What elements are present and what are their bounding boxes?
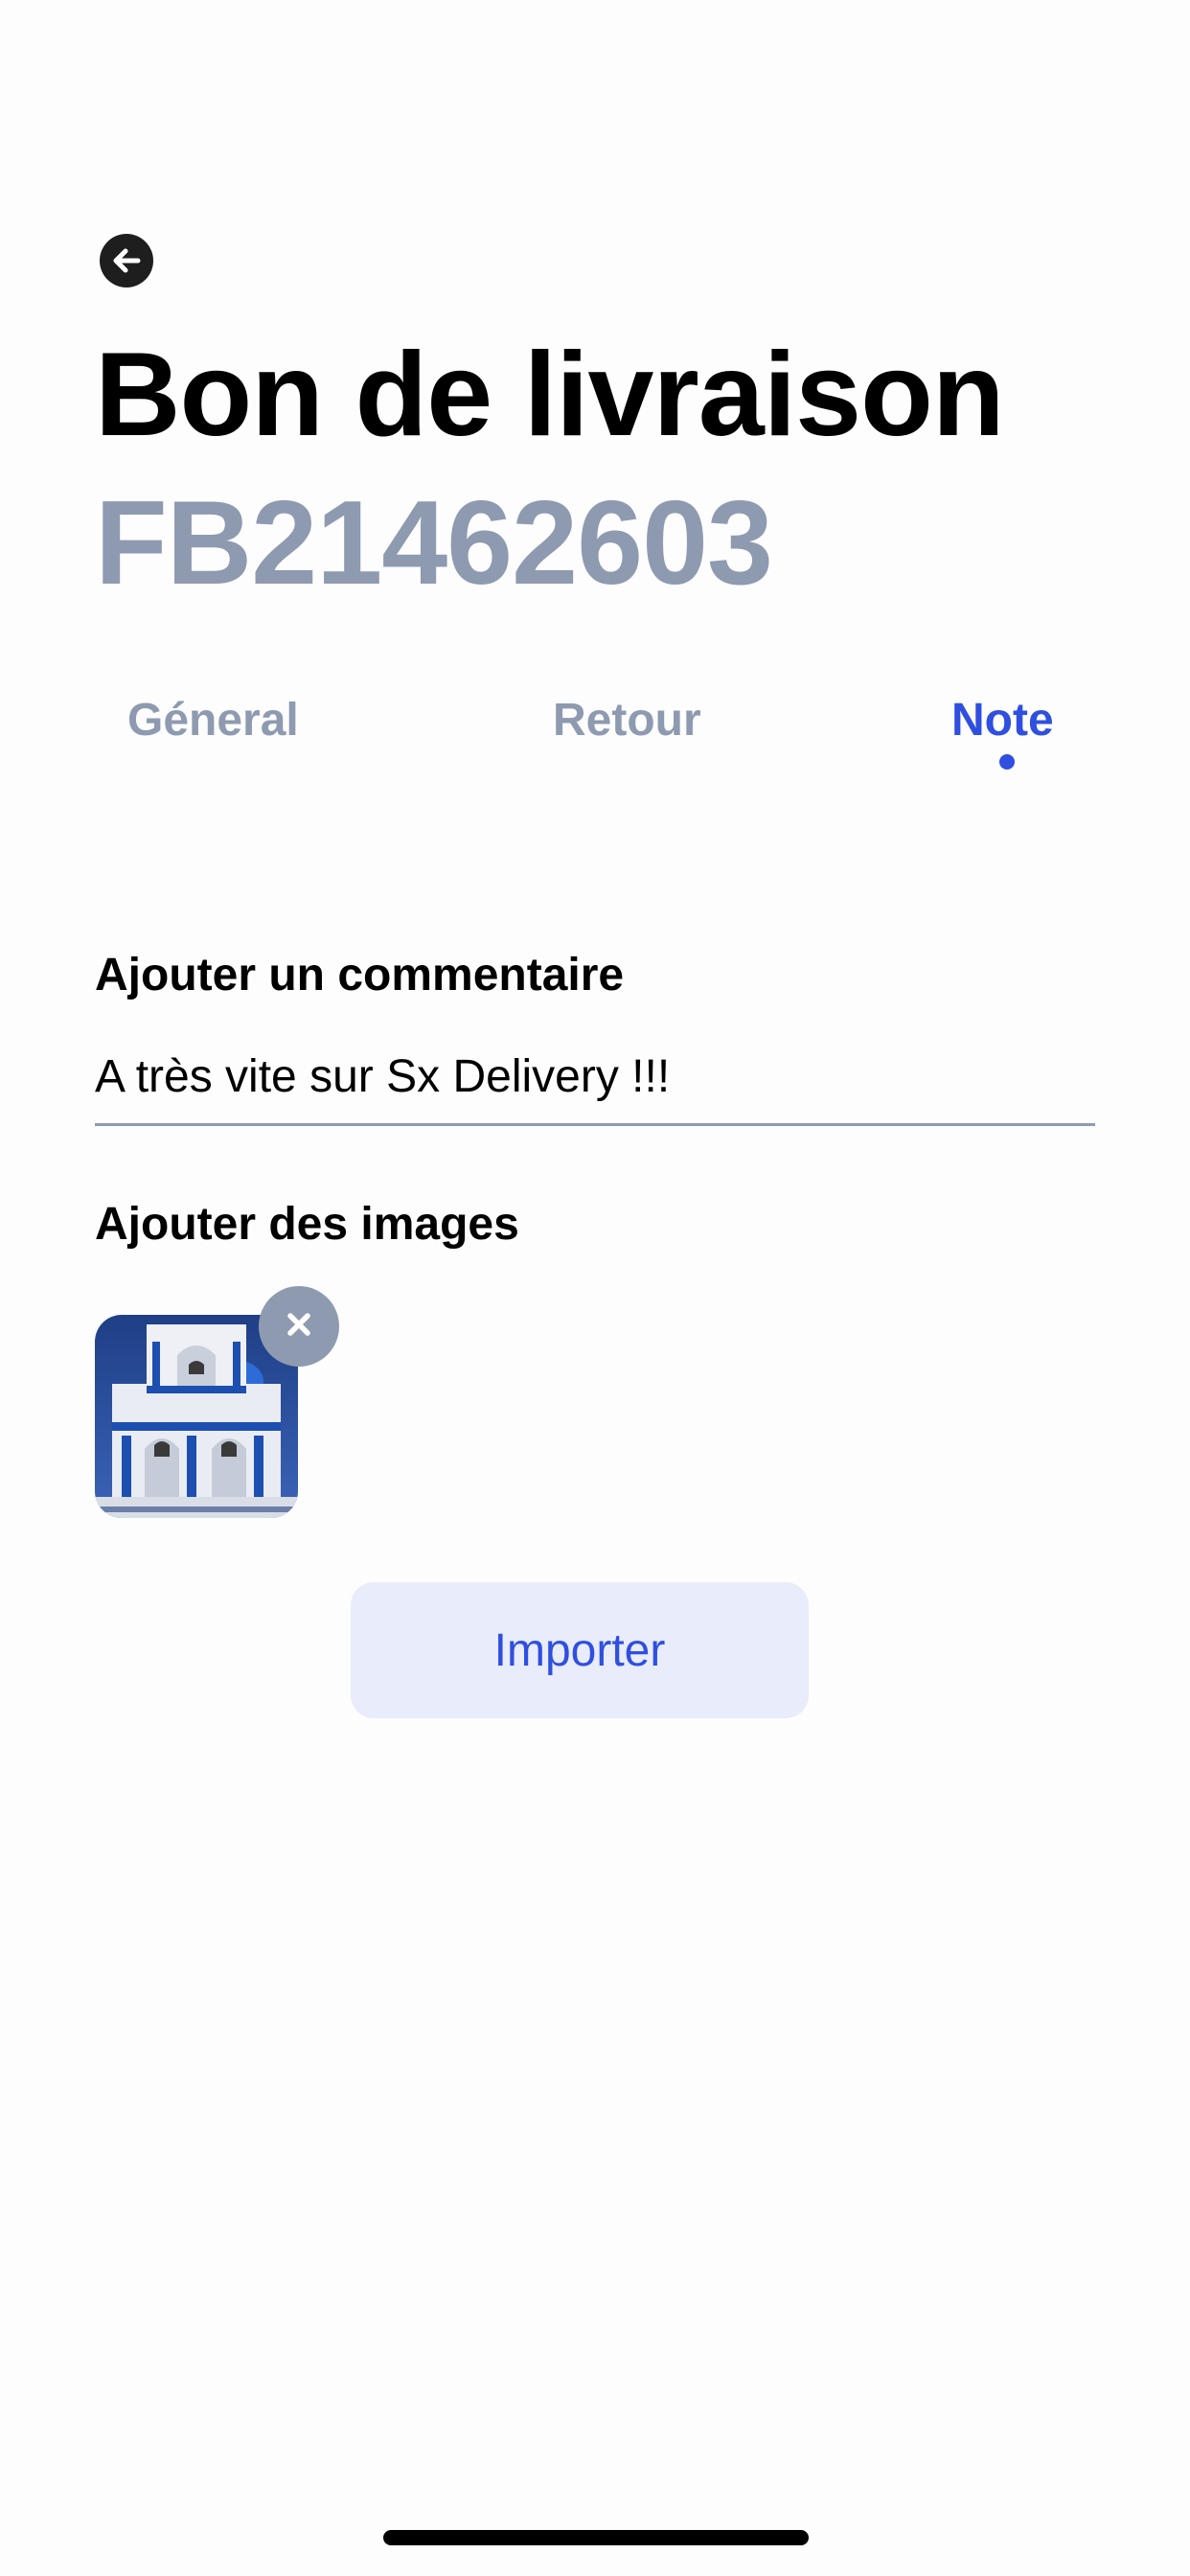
tab-bar: Géneral Retour Note bbox=[95, 690, 1095, 786]
images-label: Ajouter des images bbox=[95, 1199, 519, 1250]
comment-input[interactable] bbox=[95, 1030, 1095, 1126]
active-tab-indicator bbox=[999, 754, 1015, 770]
comment-label: Ajouter un commentaire bbox=[95, 950, 625, 1000]
close-icon bbox=[285, 1310, 313, 1344]
tab-note[interactable]: Note bbox=[951, 690, 1054, 751]
arrow-left-icon bbox=[110, 244, 143, 277]
tab-general[interactable]: Géneral bbox=[127, 690, 299, 751]
home-indicator bbox=[383, 2530, 809, 2545]
back-button[interactable] bbox=[100, 234, 153, 288]
import-button[interactable]: Importer bbox=[351, 1582, 809, 1718]
tab-retour[interactable]: Retour bbox=[553, 690, 701, 751]
document-number: FB21462603 bbox=[95, 477, 773, 610]
page-title: Bon de livraison bbox=[95, 329, 1005, 461]
remove-image-button[interactable] bbox=[259, 1286, 339, 1367]
